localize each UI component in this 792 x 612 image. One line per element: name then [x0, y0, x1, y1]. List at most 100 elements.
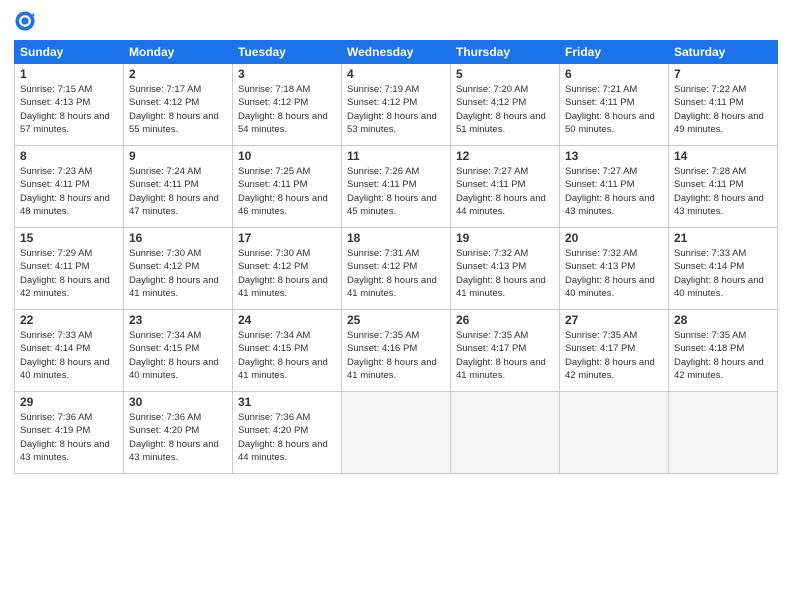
day-info: Sunrise: 7:23 AMSunset: 4:11 PMDaylight:…	[20, 166, 110, 217]
day-info: Sunrise: 7:32 AMSunset: 4:13 PMDaylight:…	[456, 248, 546, 299]
day-cell: 5 Sunrise: 7:20 AMSunset: 4:12 PMDayligh…	[451, 64, 560, 146]
day-info: Sunrise: 7:17 AMSunset: 4:12 PMDaylight:…	[129, 84, 219, 135]
day-info: Sunrise: 7:33 AMSunset: 4:14 PMDaylight:…	[674, 248, 764, 299]
day-info: Sunrise: 7:21 AMSunset: 4:11 PMDaylight:…	[565, 84, 655, 135]
day-cell: 23 Sunrise: 7:34 AMSunset: 4:15 PMDaylig…	[124, 310, 233, 392]
logo-icon	[14, 10, 36, 32]
col-header-thursday: Thursday	[451, 41, 560, 64]
col-header-wednesday: Wednesday	[342, 41, 451, 64]
day-cell: 9 Sunrise: 7:24 AMSunset: 4:11 PMDayligh…	[124, 146, 233, 228]
day-cell: 30 Sunrise: 7:36 AMSunset: 4:20 PMDaylig…	[124, 392, 233, 474]
day-number: 9	[129, 149, 227, 163]
day-number: 8	[20, 149, 118, 163]
day-number: 2	[129, 67, 227, 81]
day-cell: 7 Sunrise: 7:22 AMSunset: 4:11 PMDayligh…	[669, 64, 778, 146]
day-cell: 27 Sunrise: 7:35 AMSunset: 4:17 PMDaylig…	[560, 310, 669, 392]
day-info: Sunrise: 7:34 AMSunset: 4:15 PMDaylight:…	[238, 330, 328, 381]
col-header-saturday: Saturday	[669, 41, 778, 64]
day-number: 13	[565, 149, 663, 163]
day-info: Sunrise: 7:32 AMSunset: 4:13 PMDaylight:…	[565, 248, 655, 299]
day-cell	[560, 392, 669, 474]
day-cell: 21 Sunrise: 7:33 AMSunset: 4:14 PMDaylig…	[669, 228, 778, 310]
day-number: 15	[20, 231, 118, 245]
day-number: 28	[674, 313, 772, 327]
day-number: 12	[456, 149, 554, 163]
day-number: 11	[347, 149, 445, 163]
day-cell: 22 Sunrise: 7:33 AMSunset: 4:14 PMDaylig…	[15, 310, 124, 392]
day-info: Sunrise: 7:36 AMSunset: 4:19 PMDaylight:…	[20, 412, 110, 463]
day-number: 22	[20, 313, 118, 327]
day-cell: 26 Sunrise: 7:35 AMSunset: 4:17 PMDaylig…	[451, 310, 560, 392]
day-number: 25	[347, 313, 445, 327]
day-info: Sunrise: 7:25 AMSunset: 4:11 PMDaylight:…	[238, 166, 328, 217]
day-number: 6	[565, 67, 663, 81]
day-cell: 2 Sunrise: 7:17 AMSunset: 4:12 PMDayligh…	[124, 64, 233, 146]
day-info: Sunrise: 7:27 AMSunset: 4:11 PMDaylight:…	[565, 166, 655, 217]
day-info: Sunrise: 7:27 AMSunset: 4:11 PMDaylight:…	[456, 166, 546, 217]
col-header-friday: Friday	[560, 41, 669, 64]
col-header-tuesday: Tuesday	[233, 41, 342, 64]
day-cell: 20 Sunrise: 7:32 AMSunset: 4:13 PMDaylig…	[560, 228, 669, 310]
day-info: Sunrise: 7:30 AMSunset: 4:12 PMDaylight:…	[238, 248, 328, 299]
day-cell: 31 Sunrise: 7:36 AMSunset: 4:20 PMDaylig…	[233, 392, 342, 474]
day-cell	[342, 392, 451, 474]
day-cell: 29 Sunrise: 7:36 AMSunset: 4:19 PMDaylig…	[15, 392, 124, 474]
day-number: 10	[238, 149, 336, 163]
day-info: Sunrise: 7:30 AMSunset: 4:12 PMDaylight:…	[129, 248, 219, 299]
day-info: Sunrise: 7:28 AMSunset: 4:11 PMDaylight:…	[674, 166, 764, 217]
day-number: 16	[129, 231, 227, 245]
day-number: 27	[565, 313, 663, 327]
day-cell: 6 Sunrise: 7:21 AMSunset: 4:11 PMDayligh…	[560, 64, 669, 146]
day-info: Sunrise: 7:36 AMSunset: 4:20 PMDaylight:…	[238, 412, 328, 463]
day-info: Sunrise: 7:15 AMSunset: 4:13 PMDaylight:…	[20, 84, 110, 135]
day-cell: 28 Sunrise: 7:35 AMSunset: 4:18 PMDaylig…	[669, 310, 778, 392]
day-number: 5	[456, 67, 554, 81]
day-cell: 17 Sunrise: 7:30 AMSunset: 4:12 PMDaylig…	[233, 228, 342, 310]
calendar-page: SundayMondayTuesdayWednesdayThursdayFrid…	[0, 0, 792, 612]
day-info: Sunrise: 7:33 AMSunset: 4:14 PMDaylight:…	[20, 330, 110, 381]
day-number: 21	[674, 231, 772, 245]
day-cell: 13 Sunrise: 7:27 AMSunset: 4:11 PMDaylig…	[560, 146, 669, 228]
day-cell: 15 Sunrise: 7:29 AMSunset: 4:11 PMDaylig…	[15, 228, 124, 310]
col-header-monday: Monday	[124, 41, 233, 64]
day-cell	[669, 392, 778, 474]
day-cell: 19 Sunrise: 7:32 AMSunset: 4:13 PMDaylig…	[451, 228, 560, 310]
day-cell: 8 Sunrise: 7:23 AMSunset: 4:11 PMDayligh…	[15, 146, 124, 228]
logo	[14, 10, 40, 32]
day-info: Sunrise: 7:22 AMSunset: 4:11 PMDaylight:…	[674, 84, 764, 135]
day-cell: 18 Sunrise: 7:31 AMSunset: 4:12 PMDaylig…	[342, 228, 451, 310]
day-number: 3	[238, 67, 336, 81]
day-number: 29	[20, 395, 118, 409]
day-info: Sunrise: 7:18 AMSunset: 4:12 PMDaylight:…	[238, 84, 328, 135]
day-info: Sunrise: 7:35 AMSunset: 4:18 PMDaylight:…	[674, 330, 764, 381]
day-info: Sunrise: 7:35 AMSunset: 4:16 PMDaylight:…	[347, 330, 437, 381]
day-number: 24	[238, 313, 336, 327]
day-cell: 16 Sunrise: 7:30 AMSunset: 4:12 PMDaylig…	[124, 228, 233, 310]
day-info: Sunrise: 7:20 AMSunset: 4:12 PMDaylight:…	[456, 84, 546, 135]
day-number: 17	[238, 231, 336, 245]
day-cell: 10 Sunrise: 7:25 AMSunset: 4:11 PMDaylig…	[233, 146, 342, 228]
day-number: 7	[674, 67, 772, 81]
week-row-5: 29 Sunrise: 7:36 AMSunset: 4:19 PMDaylig…	[15, 392, 778, 474]
header	[14, 10, 778, 32]
day-cell: 3 Sunrise: 7:18 AMSunset: 4:12 PMDayligh…	[233, 64, 342, 146]
day-number: 18	[347, 231, 445, 245]
week-row-1: 1 Sunrise: 7:15 AMSunset: 4:13 PMDayligh…	[15, 64, 778, 146]
day-info: Sunrise: 7:36 AMSunset: 4:20 PMDaylight:…	[129, 412, 219, 463]
day-info: Sunrise: 7:35 AMSunset: 4:17 PMDaylight:…	[565, 330, 655, 381]
day-number: 31	[238, 395, 336, 409]
week-row-2: 8 Sunrise: 7:23 AMSunset: 4:11 PMDayligh…	[15, 146, 778, 228]
day-cell: 24 Sunrise: 7:34 AMSunset: 4:15 PMDaylig…	[233, 310, 342, 392]
day-cell: 4 Sunrise: 7:19 AMSunset: 4:12 PMDayligh…	[342, 64, 451, 146]
day-cell: 1 Sunrise: 7:15 AMSunset: 4:13 PMDayligh…	[15, 64, 124, 146]
day-info: Sunrise: 7:26 AMSunset: 4:11 PMDaylight:…	[347, 166, 437, 217]
col-header-sunday: Sunday	[15, 41, 124, 64]
day-number: 26	[456, 313, 554, 327]
day-info: Sunrise: 7:34 AMSunset: 4:15 PMDaylight:…	[129, 330, 219, 381]
day-number: 19	[456, 231, 554, 245]
day-cell	[451, 392, 560, 474]
day-info: Sunrise: 7:31 AMSunset: 4:12 PMDaylight:…	[347, 248, 437, 299]
day-number: 1	[20, 67, 118, 81]
day-number: 4	[347, 67, 445, 81]
day-number: 30	[129, 395, 227, 409]
